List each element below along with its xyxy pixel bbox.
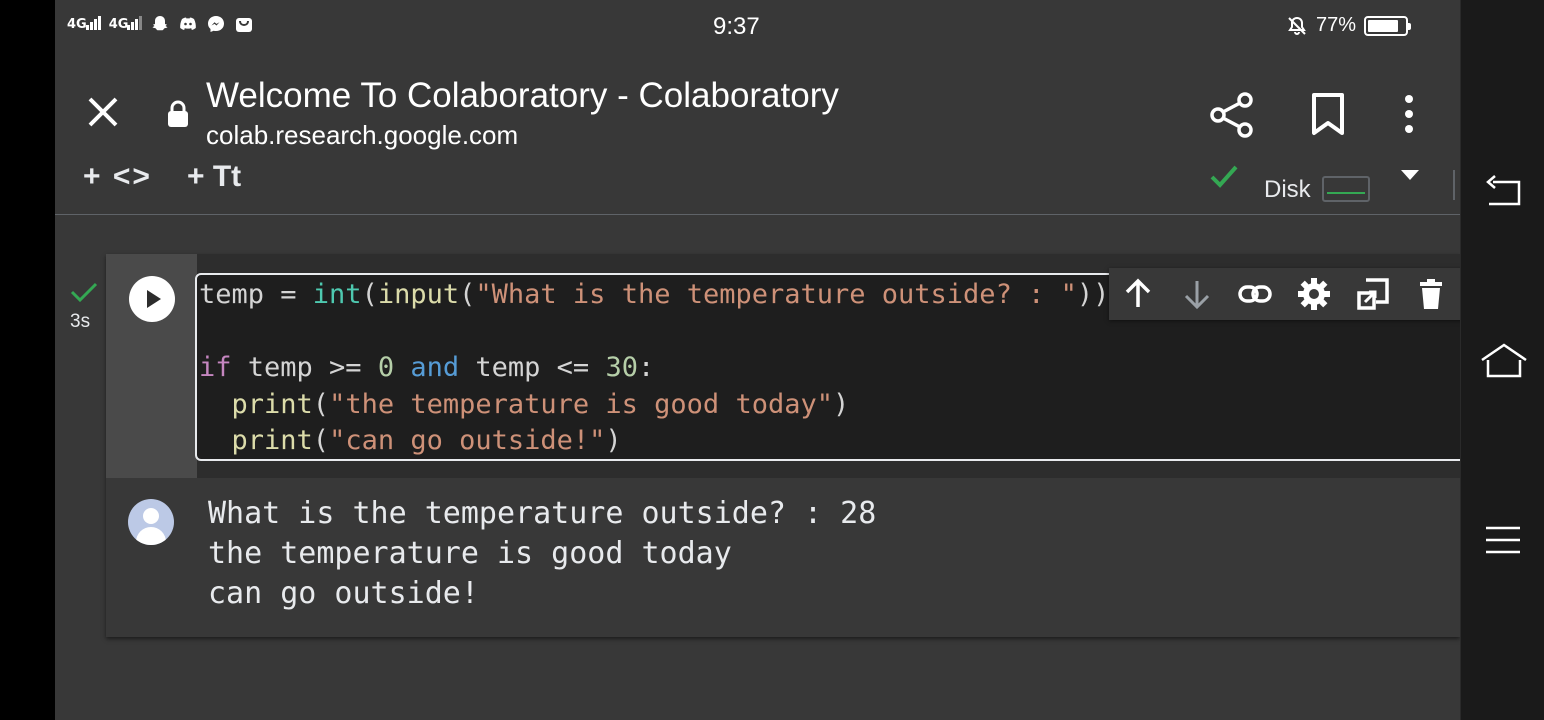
cell-output: What is the temperature outside? : 28 the… (106, 478, 1460, 637)
status-left-icons: 4G 4G (67, 14, 254, 34)
delete-icon (1420, 279, 1443, 309)
runtime-dropdown-icon[interactable] (1401, 170, 1419, 180)
more-vert-icon[interactable] (1399, 94, 1419, 134)
output-text: What is the temperature outside? : 28 the… (208, 494, 876, 614)
move-cell-down-button[interactable] (1168, 268, 1227, 320)
cell-gutter (106, 254, 197, 478)
messenger-icon (208, 16, 225, 32)
cell-toolbar (1109, 268, 1460, 320)
left-screen-edge (0, 0, 55, 720)
mute-icon (1288, 16, 1306, 35)
add-text-button[interactable]: + Tt (187, 160, 241, 194)
status-bar: 4G 4G 9:37 77% (55, 0, 1460, 56)
home-icon[interactable] (1479, 340, 1529, 380)
output-avatar-icon[interactable] (128, 499, 174, 545)
output-line: What is the temperature outside? : 28 (208, 496, 877, 531)
share-icon[interactable] (1209, 92, 1255, 138)
connected-check-icon (1210, 165, 1238, 188)
run-cell-button[interactable] (129, 276, 175, 322)
code-line: ​ (199, 314, 1109, 351)
execution-time: 3s (70, 311, 91, 332)
back-icon[interactable] (1483, 174, 1523, 208)
code-line-text: print("the temperature is good today") (231, 388, 850, 420)
signal-4g-icon: 4G (109, 15, 143, 32)
add-code-button[interactable]: + <> (83, 160, 152, 194)
status-time: 9:37 (713, 13, 760, 40)
disk-usage-bar[interactable] (1322, 176, 1370, 202)
bookmark-icon[interactable] (1310, 92, 1346, 136)
phone-screen: 4G 4G 9:37 77% Welcome To Colaboratory -… (55, 0, 1460, 720)
move-up-icon (1126, 278, 1151, 307)
colab-toolbar: + <> + Tt Disk (55, 160, 1460, 215)
disk-label[interactable]: Disk (1264, 176, 1311, 204)
battery-percent: 77% (1315, 14, 1356, 36)
output-line: the temperature is good today (208, 536, 732, 571)
output-line: can go outside! (208, 576, 479, 611)
page-url[interactable]: colab.research.google.com (206, 120, 518, 151)
browser-header: Welcome To Colaboratory - Colaboratory c… (55, 56, 1460, 170)
close-icon[interactable] (85, 94, 121, 130)
code-line: temp = int(input("What is the temperatur… (199, 277, 1109, 314)
snapchat-icon (152, 16, 168, 31)
code-line-text: print("can go outside!") (231, 425, 622, 456)
execution-success-icon (70, 282, 98, 303)
code-line-text: if temp >= 0 and temp <= 30: (199, 352, 655, 383)
link-icon (1238, 285, 1273, 303)
move-down-icon (1184, 281, 1209, 310)
mirror-cell-button[interactable] (1343, 268, 1402, 320)
notebook-area: 3s temp = int(input("What is the tempera… (55, 215, 1460, 720)
lock-icon (168, 100, 188, 127)
discord-icon (180, 17, 197, 30)
code-line: print("the temperature is good today") (199, 387, 1109, 424)
code-line-text: temp = int(input("What is the temperatur… (199, 279, 1110, 310)
mirror-cell-icon (1356, 278, 1389, 310)
move-cell-up-button[interactable] (1109, 268, 1168, 320)
cell-settings-button[interactable] (1285, 268, 1344, 320)
code-cell[interactable]: temp = int(input("What is the temperatur… (106, 254, 1460, 637)
status-right-icons: 77% (1286, 14, 1411, 37)
toolbar-divider (1453, 170, 1455, 200)
code-line: if temp >= 0 and temp <= 30: (199, 350, 1109, 387)
code-line: print("can go outside!") (199, 423, 1109, 459)
shop-icon (236, 18, 253, 32)
battery-icon (1364, 15, 1411, 36)
delete-cell-button[interactable] (1402, 268, 1460, 320)
copy-link-button[interactable] (1226, 268, 1285, 320)
code-content[interactable]: temp = int(input("What is the temperatur… (199, 277, 1109, 459)
signal-4g-icon: 4G (67, 15, 101, 32)
page-title: Welcome To Colaboratory - Colaboratory (206, 76, 839, 115)
recent-apps-icon[interactable] (1486, 526, 1520, 554)
settings-icon (1298, 278, 1331, 310)
android-nav-bar (1460, 0, 1544, 720)
